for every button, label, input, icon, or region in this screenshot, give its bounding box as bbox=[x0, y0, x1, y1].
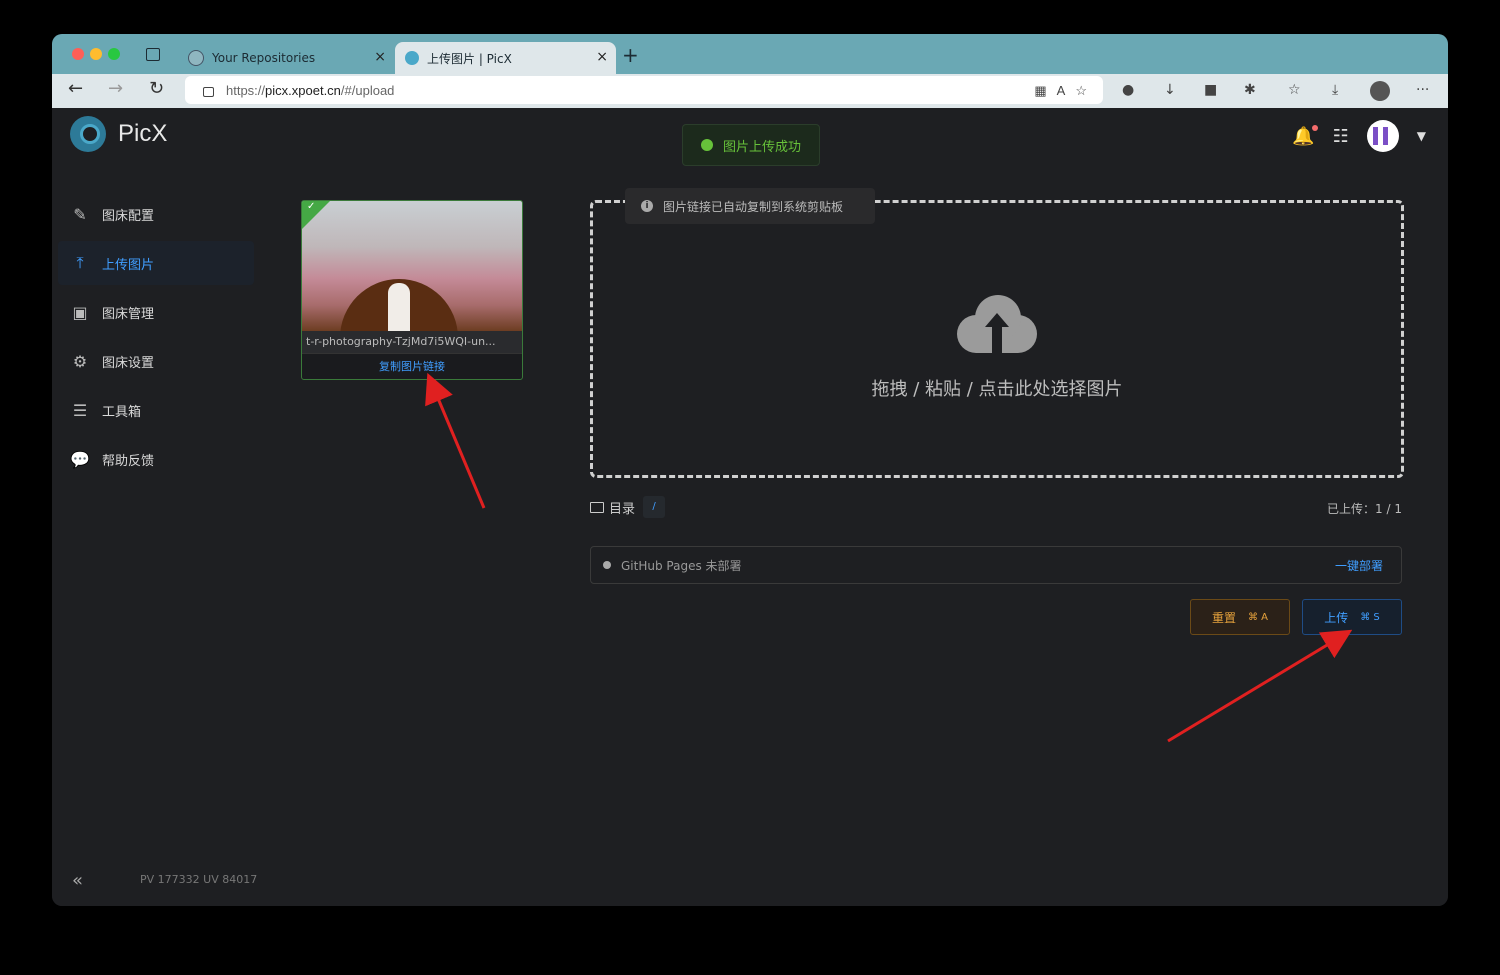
favorites-icon[interactable]: ☆ bbox=[1288, 82, 1301, 98]
minimize-window-button[interactable] bbox=[90, 48, 102, 60]
deploy-status-bar: GitHub Pages 未部署 一键部署 bbox=[590, 546, 1402, 584]
folder-icon bbox=[590, 501, 604, 513]
extension-icon[interactable]: ● bbox=[1122, 82, 1134, 98]
extension-icon[interactable]: ■ bbox=[1204, 82, 1217, 98]
collapse-sidebar-icon[interactable]: « bbox=[72, 870, 83, 891]
image-icon: ▣ bbox=[72, 302, 88, 322]
upload-label: 上传 bbox=[1324, 610, 1349, 625]
drop-zone-text: 拖拽 / 粘贴 / 点击此处选择图片 bbox=[871, 379, 1123, 400]
chevron-down-icon[interactable]: ▼ bbox=[1417, 129, 1426, 143]
lock-icon bbox=[203, 87, 214, 97]
avatar[interactable] bbox=[1366, 120, 1399, 152]
status-dot bbox=[603, 561, 611, 569]
success-icon bbox=[700, 139, 713, 151]
sidebar-item-config[interactable]: ✎ 图床配置 bbox=[58, 192, 254, 236]
extensions-icon[interactable]: ✱ bbox=[1244, 82, 1256, 98]
clipboard-tooltip: i 图片链接已自动复制到系统剪贴板 bbox=[625, 188, 875, 224]
sidebar-item-label: 图床配置 bbox=[102, 208, 155, 224]
sidebar-item-label: 图床设置 bbox=[102, 355, 155, 371]
image-filename: t-r-photography-TzjMd7i5WQI-un... bbox=[302, 331, 522, 353]
pv-uv-stats: PV 177332 UV 84017 bbox=[140, 873, 258, 886]
tab-title: Your Repositories bbox=[212, 51, 316, 65]
logo[interactable]: PicX bbox=[70, 116, 167, 152]
directory-row: 目录 / bbox=[590, 496, 666, 518]
sidebar-item-management[interactable]: ▣ 图床管理 bbox=[58, 290, 254, 334]
uploaded-image-card: ✓ t-r-photography-TzjMd7i5WQI-un... 复制图片… bbox=[301, 200, 523, 380]
read-aloud-icon[interactable]: A bbox=[1057, 83, 1066, 99]
reload-icon[interactable]: ↻ bbox=[149, 78, 164, 99]
browser-window: Your Repositories × 上传图片 | PicX × + ← → … bbox=[52, 34, 1448, 906]
settings-sliders-icon[interactable]: ☷ bbox=[1333, 126, 1349, 147]
sidebar-item-label: 工具箱 bbox=[102, 404, 142, 420]
bell-icon[interactable]: 🔔 bbox=[1292, 124, 1318, 147]
browser-toolbar: ← → ↻ https://picx.xpoet.cn/#/upload ▦ A… bbox=[52, 74, 1448, 108]
upload-icon: ⤒ bbox=[76, 253, 84, 272]
back-icon[interactable]: ← bbox=[68, 78, 83, 99]
upload-shortcut: ⌘ S bbox=[1360, 611, 1380, 623]
close-tab-icon[interactable]: × bbox=[596, 49, 608, 65]
download-extension-icon[interactable]: ↓ bbox=[1164, 82, 1176, 98]
tab-actions-icon[interactable] bbox=[146, 48, 160, 61]
close-tab-icon[interactable]: × bbox=[374, 49, 386, 65]
app-name: PicX bbox=[118, 120, 168, 147]
sidebar: PicX ✎ 图床配置 ⤒ 上传图片 ▣ 图床管理 ⚙ 图床设置 ☰ 工具箱 💬… bbox=[52, 108, 272, 906]
directory-path-selector[interactable]: / bbox=[643, 496, 666, 518]
tooltip-text: 图片链接已自动复制到系统剪贴板 bbox=[663, 199, 844, 214]
toolbox-icon: ☰ bbox=[72, 400, 88, 420]
zoom-window-button[interactable] bbox=[108, 48, 120, 60]
sidebar-item-upload[interactable]: ⤒ 上传图片 bbox=[58, 241, 254, 285]
new-tab-button[interactable]: + bbox=[622, 43, 639, 67]
one-click-deploy-button[interactable]: 一键部署 bbox=[1335, 557, 1383, 574]
tab-repositories[interactable]: Your Repositories × bbox=[178, 42, 394, 74]
dog-photo-thumbnail[interactable] bbox=[302, 201, 522, 339]
url-text: https://picx.xpoet.cn/#/upload bbox=[226, 82, 395, 98]
reset-shortcut: ⌘ A bbox=[1247, 611, 1269, 623]
github-icon bbox=[188, 50, 204, 66]
deploy-status-label: GitHub Pages 未部署 bbox=[621, 558, 742, 573]
app-available-icon[interactable]: ▦ bbox=[1034, 83, 1046, 99]
address-bar[interactable]: https://picx.xpoet.cn/#/upload ▦ A ☆ bbox=[185, 76, 1103, 104]
sidebar-item-label: 图床管理 bbox=[102, 306, 155, 322]
sidebar-item-label: 帮助反馈 bbox=[102, 453, 155, 469]
reset-button[interactable]: 重置 ⌘ A bbox=[1190, 599, 1290, 635]
more-icon[interactable]: ··· bbox=[1416, 82, 1429, 98]
notification-dot bbox=[1311, 124, 1318, 131]
edit-icon: ✎ bbox=[73, 204, 87, 224]
profile-icon[interactable] bbox=[1370, 81, 1390, 101]
sidebar-item-label: 上传图片 bbox=[102, 257, 155, 273]
close-window-button[interactable] bbox=[72, 48, 84, 60]
picx-favicon-icon bbox=[405, 51, 419, 65]
url-icons: ▦ A ☆ bbox=[1034, 83, 1087, 99]
copy-image-link-button[interactable]: 复制图片链接 bbox=[302, 353, 522, 379]
header-actions: 🔔 ☷ ▼ bbox=[1292, 120, 1426, 152]
sidebar-item-toolbox[interactable]: ☰ 工具箱 bbox=[58, 388, 254, 432]
upload-drop-zone[interactable]: 拖拽 / 粘贴 / 点击此处选择图片 bbox=[590, 200, 1404, 478]
sidebar-item-help[interactable]: 💬 帮助反馈 bbox=[58, 437, 254, 481]
favorite-add-icon[interactable]: ☆ bbox=[1075, 83, 1087, 99]
directory-label: 目录 bbox=[609, 501, 636, 517]
upload-button[interactable]: 上传 ⌘ S bbox=[1302, 599, 1402, 635]
tab-picx-upload[interactable]: 上传图片 | PicX × bbox=[395, 42, 616, 74]
gear-icon: ⚙ bbox=[72, 351, 88, 371]
tab-strip: Your Repositories × 上传图片 | PicX × + bbox=[52, 34, 1448, 74]
toast-text: 图片上传成功 bbox=[722, 139, 801, 155]
sidebar-item-settings[interactable]: ⚙ 图床设置 bbox=[58, 339, 254, 383]
reset-label: 重置 bbox=[1211, 610, 1236, 625]
cloud-upload-icon bbox=[957, 293, 1037, 355]
forward-icon[interactable]: → bbox=[108, 78, 123, 99]
dog-image bbox=[340, 279, 458, 339]
upload-count: 已上传：1 / 1 bbox=[1327, 502, 1402, 516]
chat-icon: 💬 bbox=[70, 449, 90, 469]
info-icon: i bbox=[641, 200, 653, 212]
tab-title: 上传图片 | PicX bbox=[427, 51, 512, 66]
check-icon: ✓ bbox=[307, 201, 316, 212]
success-toast: 图片上传成功 bbox=[682, 124, 820, 166]
picx-logo-icon bbox=[70, 116, 106, 152]
picx-app: PicX ✎ 图床配置 ⤒ 上传图片 ▣ 图床管理 ⚙ 图床设置 ☰ 工具箱 💬… bbox=[52, 108, 1448, 906]
downloads-icon[interactable]: ⤓ bbox=[1332, 82, 1338, 98]
